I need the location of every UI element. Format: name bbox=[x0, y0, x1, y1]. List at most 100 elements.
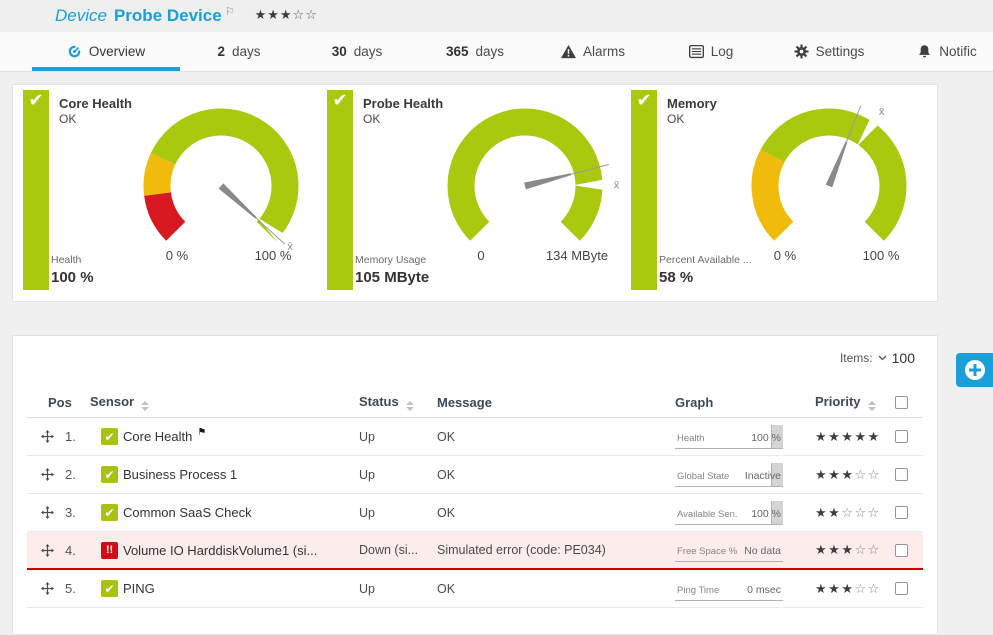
position-number: 1. bbox=[65, 429, 101, 444]
row-checkbox[interactable] bbox=[895, 582, 908, 595]
sensor-name[interactable]: PING bbox=[123, 581, 155, 596]
priority-rating[interactable]: ★★★☆☆ bbox=[255, 7, 318, 23]
tab-days[interactable]: 30days bbox=[298, 32, 416, 71]
column-header-sensor[interactable]: Sensor bbox=[90, 394, 347, 411]
graph-value: 100 % bbox=[751, 508, 781, 520]
table-header: Pos Sensor Status Message Graph Priority bbox=[27, 388, 923, 418]
items-per-page[interactable]: Items: 100 bbox=[840, 350, 915, 366]
flag-icon[interactable]: ⚐ bbox=[225, 5, 235, 18]
mini-graph[interactable]: Health100 % bbox=[675, 425, 783, 449]
page-title: Probe Device bbox=[114, 6, 222, 26]
column-header-message[interactable]: Message bbox=[427, 395, 655, 410]
star-icon: ★ bbox=[868, 429, 881, 444]
sensor-name[interactable]: Business Process 1 bbox=[123, 467, 237, 482]
star-icon: ★ bbox=[815, 542, 828, 557]
sensor-ok-icon: ✔ bbox=[101, 580, 118, 597]
mini-graph[interactable]: Ping Time0 msec bbox=[675, 577, 783, 601]
gauge-metric-label: Memory Usage bbox=[355, 254, 429, 266]
tab-alarms[interactable]: Alarms bbox=[534, 32, 652, 71]
select-all-checkbox[interactable] bbox=[895, 396, 908, 409]
log-icon bbox=[689, 44, 704, 59]
sensor-row[interactable]: 3.✔Common SaaS CheckUpOKAvailable Sen.10… bbox=[27, 494, 923, 532]
priority-stars[interactable]: ★★★★★ bbox=[805, 429, 895, 445]
warning-icon bbox=[561, 44, 576, 59]
star-icon: ★ bbox=[815, 467, 828, 482]
drag-handle-icon[interactable] bbox=[41, 582, 65, 595]
gauge-icon bbox=[67, 44, 82, 59]
position-number: 2. bbox=[65, 467, 101, 482]
breadcrumb[interactable]: Device bbox=[55, 6, 107, 26]
row-checkbox[interactable] bbox=[895, 544, 908, 557]
tab-settings[interactable]: Settings bbox=[770, 32, 888, 71]
bell-icon bbox=[917, 44, 932, 59]
star-icon: ★ bbox=[828, 542, 841, 557]
chevron-down-icon bbox=[878, 355, 887, 361]
sensor-message: OK bbox=[427, 506, 655, 520]
plus-icon bbox=[965, 360, 985, 380]
gauge-probe-health: ✔ Probe Health OK x̄0134 MByte Memory Us… bbox=[325, 90, 629, 294]
priority-stars[interactable]: ★★☆☆☆ bbox=[805, 505, 895, 521]
mini-graph[interactable]: Available Sen.100 % bbox=[675, 501, 783, 525]
row-checkbox[interactable] bbox=[895, 468, 908, 481]
priority-stars[interactable]: ★★★☆☆ bbox=[805, 581, 895, 597]
gauge-dial: x̄0134 MByte bbox=[432, 102, 627, 274]
sensor-name[interactable]: Common SaaS Check bbox=[123, 505, 252, 520]
tab-notific[interactable]: Notific bbox=[888, 32, 993, 71]
tab-days[interactable]: 2days bbox=[180, 32, 298, 71]
sensor-message: OK bbox=[427, 468, 655, 482]
tab-overview[interactable]: Overview bbox=[32, 32, 180, 71]
graph-channel-label: Health bbox=[677, 433, 704, 444]
star-icon: ★ bbox=[828, 429, 841, 444]
graph-value: Inactive bbox=[745, 470, 781, 482]
sensor-status: Down (si... bbox=[347, 543, 427, 557]
add-button[interactable] bbox=[956, 353, 993, 387]
gauge-title[interactable]: Core Health bbox=[59, 96, 132, 111]
check-icon: ✔ bbox=[28, 90, 43, 110]
sensor-cell: ✔ PING bbox=[101, 580, 347, 597]
star-icon: ☆ bbox=[868, 467, 881, 482]
priority-stars[interactable]: ★★★☆☆ bbox=[805, 542, 895, 558]
column-header-graph[interactable]: Graph bbox=[655, 395, 805, 410]
row-checkbox[interactable] bbox=[895, 430, 908, 443]
star-icon: ☆ bbox=[854, 467, 867, 482]
graph-channel-label: Free Space % bbox=[677, 546, 737, 557]
tab-label: Settings bbox=[816, 44, 865, 59]
sensor-row[interactable]: 5.✔PINGUpOKPing Time0 msec★★★☆☆ bbox=[27, 570, 923, 608]
star-icon: ★ bbox=[815, 581, 828, 596]
gauge-metric-value: 100 % bbox=[51, 269, 94, 286]
star-icon: ★ bbox=[280, 7, 293, 22]
mini-graph[interactable]: Global StateInactive bbox=[675, 463, 783, 487]
priority-stars[interactable]: ★★★☆☆ bbox=[805, 467, 895, 483]
drag-handle-icon[interactable] bbox=[41, 544, 65, 557]
sensor-name[interactable]: Volume IO HarddiskVolume1 (si... bbox=[123, 543, 317, 558]
column-header-status[interactable]: Status bbox=[347, 394, 427, 411]
drag-handle-icon[interactable] bbox=[41, 506, 65, 519]
row-checkbox[interactable] bbox=[895, 506, 908, 519]
sensor-name[interactable]: Core Health bbox=[123, 429, 192, 444]
drag-handle-icon[interactable] bbox=[41, 430, 65, 443]
gauge-title[interactable]: Memory bbox=[667, 96, 717, 111]
sort-icon bbox=[141, 401, 149, 411]
sensor-row[interactable]: 4.!!Volume IO HarddiskVolume1 (si...Down… bbox=[27, 532, 923, 570]
gear-icon bbox=[794, 44, 809, 59]
tab-days[interactable]: 365days bbox=[416, 32, 534, 71]
mini-graph[interactable]: Free Space % No data bbox=[675, 538, 783, 562]
graph-value: No data bbox=[744, 545, 781, 557]
graph-channel-label: Ping Time bbox=[677, 585, 719, 596]
gauge-memory: ✔ Memory OK x̄0 %100 % Percent Available… bbox=[629, 90, 933, 294]
check-icon: ✔ bbox=[332, 90, 347, 110]
sensor-row[interactable]: 1.✔Core Health⚑UpOKHealth100 %★★★★★ bbox=[27, 418, 923, 456]
svg-text:100 %: 100 % bbox=[863, 248, 900, 263]
tab-log[interactable]: Log bbox=[652, 32, 770, 71]
column-header-priority[interactable]: Priority bbox=[805, 394, 895, 411]
gauge-metric-value: 105 MByte bbox=[355, 269, 429, 286]
star-icon: ☆ bbox=[854, 581, 867, 596]
sensor-ok-icon: ✔ bbox=[101, 428, 118, 445]
tab-bar: Overview2days30days365daysAlarmsLog Setti… bbox=[0, 32, 993, 72]
drag-handle-icon[interactable] bbox=[41, 468, 65, 481]
svg-text:134 MByte: 134 MByte bbox=[546, 248, 608, 263]
gauge-status: OK bbox=[363, 112, 380, 126]
tab-label: days bbox=[354, 44, 383, 59]
sensor-row[interactable]: 2.✔Business Process 1UpOKGlobal StateIna… bbox=[27, 456, 923, 494]
star-icon: ★ bbox=[255, 7, 268, 22]
